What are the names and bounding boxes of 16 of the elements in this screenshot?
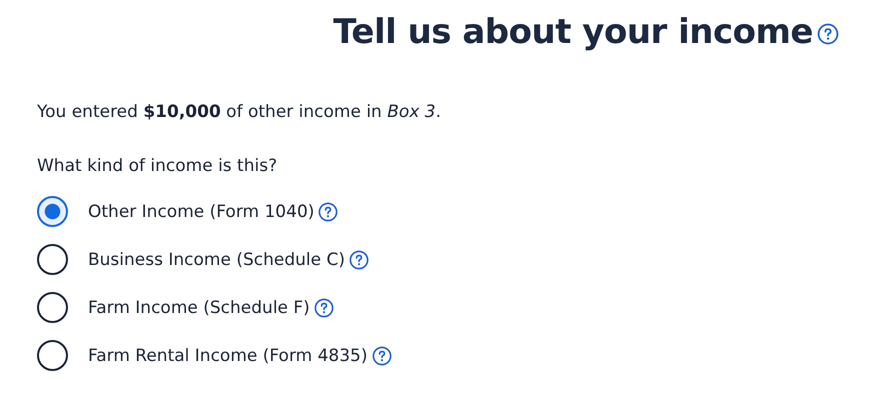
help-icon[interactable] bbox=[372, 346, 392, 366]
radio-button[interactable] bbox=[37, 196, 68, 227]
option-label[interactable]: Farm Rental Income (Form 4835) bbox=[88, 346, 368, 366]
page-title: Tell us about your income bbox=[333, 12, 813, 52]
question-text: What kind of income is this? bbox=[37, 156, 278, 176]
option-label[interactable]: Business Income (Schedule C) bbox=[88, 250, 345, 270]
help-icon[interactable] bbox=[348, 250, 369, 270]
help-icon[interactable] bbox=[817, 23, 839, 45]
help-icon[interactable] bbox=[318, 202, 338, 222]
help-icon[interactable] bbox=[314, 298, 334, 318]
radio-button[interactable] bbox=[37, 244, 68, 275]
intro-text: You entered $10,000 of other income in Box 3. bbox=[37, 102, 442, 122]
option-label[interactable]: Other Income (Form 1040) bbox=[88, 202, 314, 222]
option-label[interactable]: Farm Income (Schedule F) bbox=[88, 298, 310, 318]
radio-button[interactable] bbox=[37, 340, 68, 371]
radio-button[interactable] bbox=[37, 292, 68, 323]
